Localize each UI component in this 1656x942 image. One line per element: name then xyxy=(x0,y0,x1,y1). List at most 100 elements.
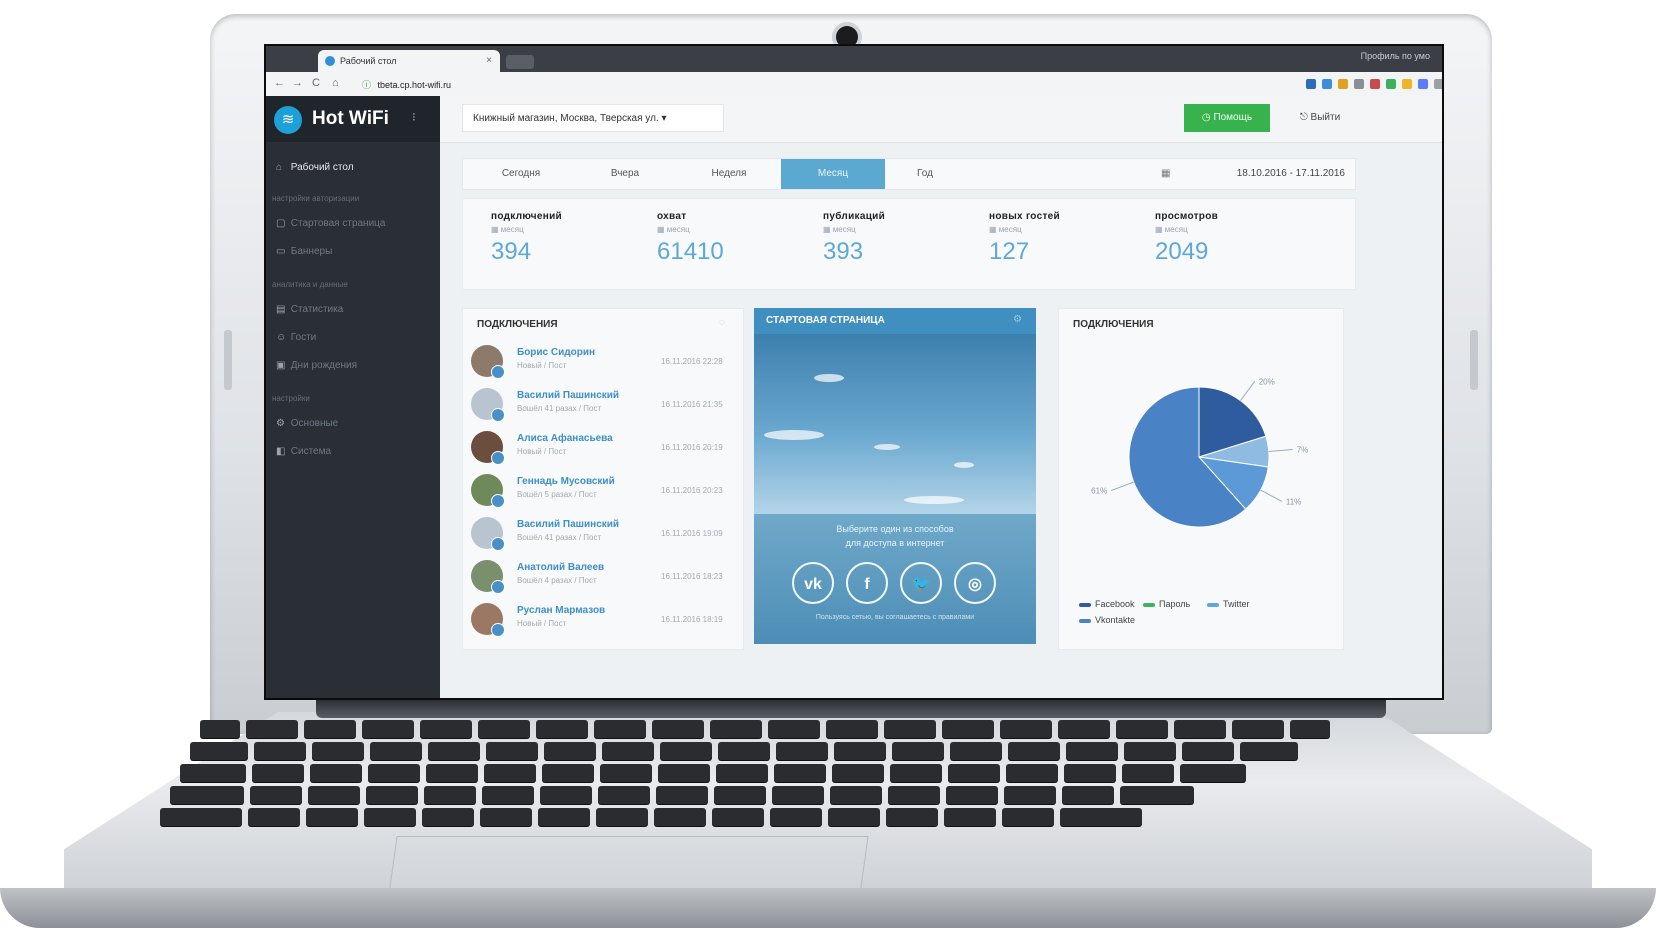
keyboard-key xyxy=(830,786,882,804)
tab-today[interactable]: Сегодня xyxy=(469,159,573,189)
guest-name[interactable]: Геннадь Мусовский xyxy=(517,476,615,487)
extension-icon[interactable] xyxy=(1322,79,1332,89)
legend-item[interactable]: Vkontakte xyxy=(1079,615,1135,625)
date-range-picker[interactable]: ▦ 18.10.2016 - 17.11.2016 xyxy=(1153,159,1353,189)
keyboard-key xyxy=(656,786,708,804)
extension-icon[interactable] xyxy=(1354,79,1364,89)
legend-swatch xyxy=(1143,602,1155,607)
home-icon[interactable]: ⌂ xyxy=(332,77,339,89)
store-select-value: Книжный магазин, Москва, Тверская ул. xyxy=(473,113,659,124)
guest-time: 16.11.2016 20:23 xyxy=(661,486,723,495)
sidebar-item-guests[interactable]: ☺ Гости xyxy=(276,332,316,343)
guest-name[interactable]: Василий Пашинский xyxy=(517,519,619,530)
list-item[interactable]: Василий Пашинский Вошёл 41 разах / Пост 16… xyxy=(471,386,741,426)
extension-icon[interactable] xyxy=(1370,79,1380,89)
legend-item[interactable]: Facebook xyxy=(1079,599,1135,609)
extension-icon[interactable] xyxy=(1306,79,1316,89)
sidebar-item-general[interactable]: ⚙ Основные xyxy=(276,418,338,429)
tab-close-icon[interactable]: × xyxy=(486,50,492,72)
extension-icon[interactable] xyxy=(1386,79,1396,89)
avatar xyxy=(471,431,505,465)
keyboard-key xyxy=(1180,764,1246,782)
list-item[interactable]: Руслан Мармазов Новый / Пост 16.11.2016 18… xyxy=(471,601,741,641)
sidebar-item-label: Гости xyxy=(290,332,317,343)
url-field[interactable]: ⓘ tbeta.cp.hot-wifi.ru xyxy=(362,78,451,91)
pie-label: 7% xyxy=(1297,446,1309,455)
keyboard-key xyxy=(304,720,356,738)
reload-icon[interactable]: C xyxy=(312,77,320,89)
extension-icon[interactable] xyxy=(1402,79,1412,89)
pie-chart: 20% 7% 11% 61% xyxy=(1091,377,1309,528)
guest-name[interactable]: Василий Пашинский xyxy=(517,390,619,401)
tab-week[interactable]: Неделя xyxy=(677,159,781,189)
sidebar-item-banners[interactable]: ▭ Баннеры xyxy=(276,246,332,257)
stat-period: ▦ месяц xyxy=(491,225,524,234)
instagram-icon[interactable]: ◎ xyxy=(954,562,996,604)
pie-label: 11% xyxy=(1286,497,1301,506)
guest-time: 16.11.2016 21:35 xyxy=(661,400,723,409)
sidebar-item-dashboard[interactable]: ⌂ Рабочий стол xyxy=(276,162,354,173)
sidebar-item-birthdays[interactable]: ▣ Дни рождения xyxy=(276,360,357,371)
vk-icon[interactable]: vk xyxy=(792,562,834,604)
new-tab-button[interactable] xyxy=(506,55,534,69)
laptop-screen: Рабочий стол × Профиль по умо ← → C ⌂ ⓘ … xyxy=(264,44,1444,700)
avatar xyxy=(471,388,505,422)
tab-month[interactable]: Месяц xyxy=(781,159,885,189)
legend-item[interactable]: Twitter xyxy=(1207,599,1250,609)
extension-icon[interactable] xyxy=(1434,79,1442,89)
legend-item[interactable]: Пароль xyxy=(1143,599,1190,609)
forward-icon[interactable]: → xyxy=(292,77,303,89)
logout-button[interactable]: ⎋ Выйти xyxy=(1288,104,1352,132)
profile-label[interactable]: Профиль по умо xyxy=(1361,51,1430,61)
keyboard-key xyxy=(484,764,536,782)
extension-icon[interactable] xyxy=(1418,79,1428,89)
browser-tab[interactable]: Рабочий стол × xyxy=(318,50,500,72)
sidebar-item-label: Рабочий стол xyxy=(290,162,354,173)
sidebar-section-analytics: аналитика и данные xyxy=(272,280,348,289)
address-bar: ← → C ⌂ ⓘ tbeta.cp.hot-wifi.ru xyxy=(266,72,1442,97)
sidebar-item-start-page[interactable]: ▢ Стартовая страница xyxy=(276,218,385,229)
list-item[interactable]: Алиса Афанасьева Новый / Пост 16.11.2016 2… xyxy=(471,429,741,469)
site-info-icon[interactable]: ⓘ xyxy=(362,80,371,90)
keyboard-key xyxy=(658,764,710,782)
landing-message: Выберите один из способов для доступа в … xyxy=(754,522,1036,550)
tab-year[interactable]: Год xyxy=(873,159,977,189)
facebook-icon[interactable]: f xyxy=(846,562,888,604)
store-select[interactable]: Книжный магазин, Москва, Тверская ул. ▾ xyxy=(462,104,724,132)
keyboard-key xyxy=(886,808,938,826)
list-item[interactable]: Борис Сидорин Новый / Пост 16.11.2016 22:2… xyxy=(471,343,741,383)
stat-value: 61410 xyxy=(657,238,724,265)
menu-toggle-icon[interactable]: ⁝ xyxy=(412,110,416,124)
keyboard-key xyxy=(772,786,824,804)
refresh-icon[interactable]: ◌ xyxy=(719,317,725,328)
social-badge-icon xyxy=(491,537,505,551)
list-item[interactable]: Геннадь Мусовский Вошёл 5 разах / Пост 16.… xyxy=(471,472,741,512)
help-button[interactable]: ◷ Помощь xyxy=(1184,104,1270,132)
sidebar-item-label: Стартовая страница xyxy=(290,218,386,229)
sidebar-item-label: Статистика xyxy=(290,304,344,315)
settings-icon[interactable]: ⚙ xyxy=(1013,314,1022,325)
sidebar-item-label: Дни рождения xyxy=(290,360,358,371)
panel-title: подключения xyxy=(1073,319,1154,330)
guest-name[interactable]: Алиса Афанасьева xyxy=(517,433,613,444)
keyboard-key xyxy=(1122,764,1174,782)
guest-name[interactable]: Руслан Мармазов xyxy=(517,605,605,616)
keyboard-key xyxy=(944,808,996,826)
guest-name[interactable]: Анатолий Валеев xyxy=(517,562,604,573)
sidebar-item-system[interactable]: ◧ Система xyxy=(276,446,331,457)
date-range-text: 18.10.2016 - 17.11.2016 xyxy=(1236,168,1345,179)
list-item[interactable]: Анатолий Валеев Вошёл 4 разах / Пост 16.11… xyxy=(471,558,741,598)
twitter-icon[interactable]: 🐦 xyxy=(900,562,942,604)
logo-text[interactable]: Hot WiFi xyxy=(312,108,389,130)
extension-icon[interactable] xyxy=(1338,79,1348,89)
back-icon[interactable]: ← xyxy=(274,77,285,89)
tab-yesterday[interactable]: Вчера xyxy=(573,159,677,189)
guest-name[interactable]: Борис Сидорин xyxy=(517,347,595,358)
keyboard-key xyxy=(1058,720,1110,738)
keyboard-key xyxy=(1066,742,1118,760)
keyboard-key xyxy=(482,786,534,804)
avatar xyxy=(471,603,505,637)
keyboard-key xyxy=(170,786,244,804)
list-item[interactable]: Василий Пашинский Вошёл 41 разах / Пост 16… xyxy=(471,515,741,555)
sidebar-item-statistics[interactable]: ▤ Статистика xyxy=(276,304,343,315)
